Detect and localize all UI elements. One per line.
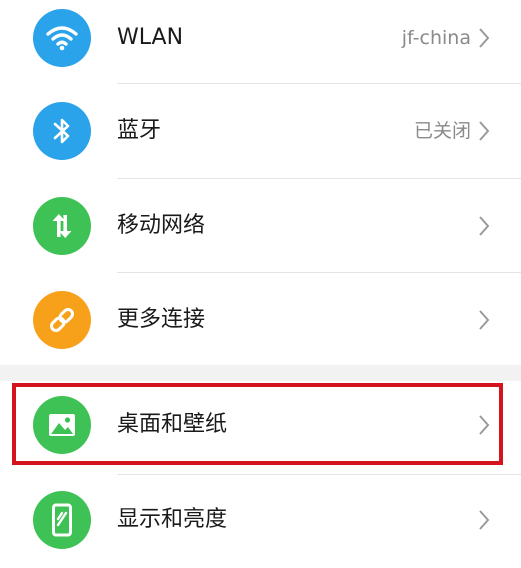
mobile-data-icon: [33, 197, 91, 255]
chevron-right-icon: [479, 216, 490, 236]
section-separator: [0, 365, 521, 381]
settings-item-label: 更多连接: [117, 307, 206, 332]
settings-item-label: WLAN: [117, 25, 184, 50]
settings-page: WLAN jf-china 蓝牙 已关闭 移动网络 更多连接 桌面和壁纸 显示和…: [0, 0, 521, 568]
settings-item-label: 蓝牙: [117, 118, 162, 143]
wifi-icon: [33, 9, 91, 67]
settings-item-value: 已关闭: [413, 120, 471, 142]
settings-item-label: 桌面和壁纸: [117, 412, 228, 437]
settings-item-display[interactable]: 显示和亮度: [0, 475, 521, 568]
settings-item-more-connections[interactable]: 更多连接: [0, 273, 521, 367]
settings-item-bluetooth[interactable]: 蓝牙 已关闭: [0, 84, 521, 179]
chevron-right-icon: [479, 415, 490, 435]
chevron-right-icon: [479, 510, 490, 530]
bluetooth-icon: [33, 102, 91, 160]
settings-item-value: jf-china: [401, 27, 471, 49]
settings-item-wallpaper[interactable]: 桌面和壁纸: [0, 381, 521, 475]
link-icon: [33, 291, 91, 349]
settings-item-wlan[interactable]: WLAN jf-china: [0, 0, 521, 94]
wallpaper-icon: [33, 396, 91, 454]
chevron-right-icon: [479, 121, 490, 141]
settings-item-label: 移动网络: [117, 213, 206, 238]
settings-item-label: 显示和亮度: [117, 507, 228, 532]
chevron-right-icon: [479, 28, 490, 48]
display-icon: [33, 491, 91, 549]
chevron-right-icon: [479, 310, 490, 330]
settings-item-mobile-network[interactable]: 移动网络: [0, 179, 521, 273]
